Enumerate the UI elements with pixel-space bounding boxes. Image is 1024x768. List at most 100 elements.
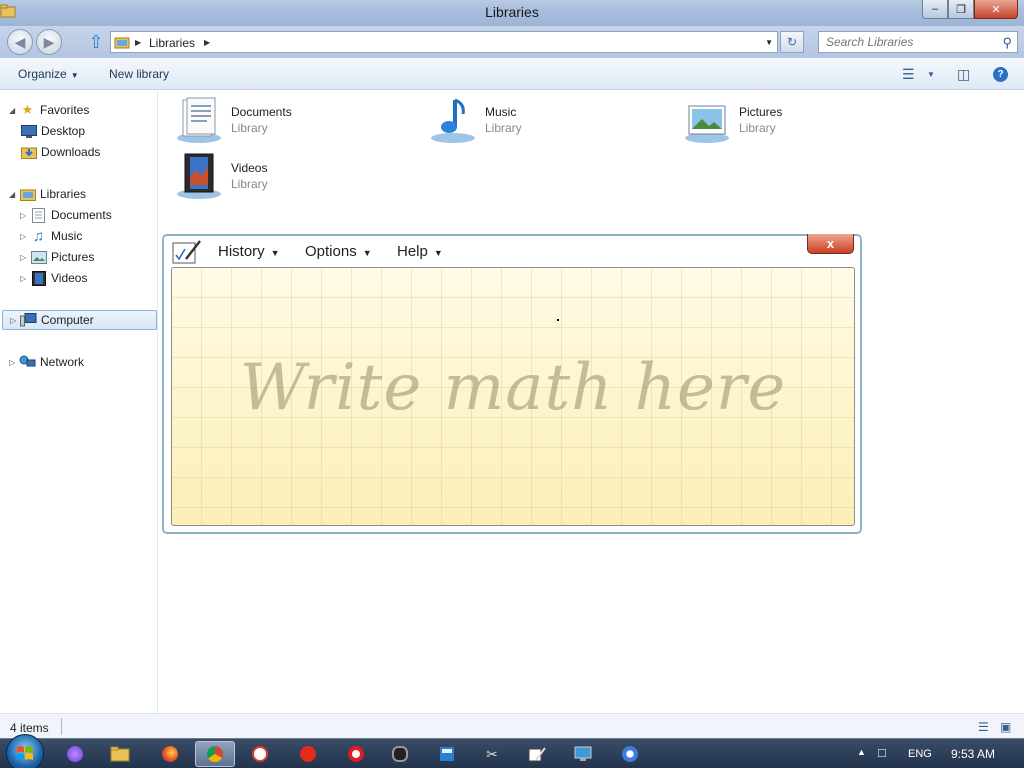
- collapsed-triangle-icon[interactable]: ▷: [20, 274, 30, 283]
- library-music[interactable]: Music Library: [429, 96, 629, 146]
- expanded-triangle-icon[interactable]: ◢: [9, 106, 19, 115]
- start-button[interactable]: [6, 734, 44, 768]
- nav-desktop[interactable]: Desktop: [20, 121, 85, 141]
- taskbar-calculator-icon[interactable]: [427, 741, 467, 767]
- taskbar-snipping-icon[interactable]: ✂: [472, 741, 512, 767]
- windows-logo-icon: [17, 746, 33, 760]
- taskbar-alice-icon[interactable]: [55, 741, 95, 767]
- language-indicator[interactable]: ENG: [908, 748, 932, 760]
- help-menu[interactable]: Help ▼: [397, 243, 443, 260]
- nav-documents-label: Documents: [51, 208, 112, 222]
- new-library-button[interactable]: New library: [109, 67, 169, 81]
- restore-button[interactable]: ❐: [948, 0, 974, 19]
- address-row: ◀ ▶ ⇧ ▶ Libraries ▶ ▼ ↻ ⚲: [0, 26, 1024, 58]
- collapsed-triangle-icon[interactable]: ▷: [9, 358, 19, 367]
- address-bar[interactable]: ▶ Libraries ▶ ▼: [110, 31, 778, 53]
- chevron-down-icon[interactable]: ▼: [927, 70, 935, 79]
- taskbar-remote-desktop-icon[interactable]: [563, 741, 603, 767]
- scissors-icon: ✂: [486, 745, 498, 762]
- collapsed-triangle-icon[interactable]: ▷: [20, 253, 30, 262]
- downloads-icon: [20, 145, 37, 160]
- nav-music-label: Music: [51, 229, 83, 243]
- pictures-library-icon: [685, 105, 729, 143]
- preview-pane-icon[interactable]: ◫: [957, 66, 970, 83]
- search-icon[interactable]: ⚲: [1002, 35, 1012, 51]
- close-window-button[interactable]: ✕: [974, 0, 1018, 19]
- nav-documents[interactable]: ▷ Documents: [20, 205, 112, 225]
- nav-videos-label: Videos: [51, 271, 88, 285]
- nav-computer[interactable]: ▷ Computer: [2, 310, 157, 330]
- taskbar-firefox-icon[interactable]: [150, 741, 190, 767]
- history-menu[interactable]: History ▼: [218, 243, 280, 260]
- help-icon[interactable]: ?: [993, 67, 1008, 82]
- back-button[interactable]: ◀: [7, 29, 33, 55]
- nav-music[interactable]: ▷ ♫ Music: [20, 226, 82, 246]
- forward-button[interactable]: ▶: [36, 29, 62, 55]
- breadcrumb-arrow-icon[interactable]: ▶: [135, 38, 141, 47]
- details-view-icon[interactable]: ☰: [978, 720, 989, 734]
- documents-library-icon: [177, 97, 221, 143]
- collapsed-triangle-icon[interactable]: ▷: [10, 316, 20, 325]
- nav-libraries[interactable]: ◢ Libraries: [9, 184, 86, 204]
- nav-downloads[interactable]: Downloads: [20, 142, 100, 162]
- videos-icon: [30, 270, 47, 286]
- view-options-icon[interactable]: ☰: [902, 66, 915, 83]
- search-box[interactable]: ⚲: [818, 31, 1018, 53]
- refresh-button[interactable]: ↻: [780, 31, 804, 53]
- library-name: Pictures: [739, 105, 783, 119]
- back-arrow-icon: ◀: [14, 33, 26, 50]
- network-icon: [19, 355, 36, 370]
- taskbar-math-input-icon[interactable]: [517, 741, 557, 767]
- taskbar-explorer-icon[interactable]: [100, 741, 140, 767]
- library-documents[interactable]: Documents Library: [175, 96, 375, 146]
- taskbar-browser-icon[interactable]: [610, 741, 650, 767]
- nav-pictures-label: Pictures: [51, 250, 95, 264]
- nav-downloads-label: Downloads: [41, 145, 101, 159]
- address-dropdown-icon[interactable]: ▼: [765, 38, 773, 47]
- music-library-icon: [431, 98, 475, 143]
- show-hidden-icons-icon[interactable]: ▲: [857, 747, 866, 757]
- computer-icon: [20, 313, 37, 328]
- forward-arrow-icon: ▶: [43, 33, 55, 50]
- library-type: Library: [739, 121, 776, 135]
- large-icons-view-icon[interactable]: ▣: [1000, 720, 1011, 734]
- writing-hint: Write math here: [239, 351, 787, 425]
- nav-network[interactable]: ▷ Network: [9, 352, 84, 372]
- organize-button[interactable]: Organize ▼: [18, 67, 79, 81]
- taskbar-opera-icon[interactable]: [336, 741, 376, 767]
- library-videos[interactable]: Videos Library: [175, 152, 375, 202]
- nav-pictures[interactable]: ▷ Pictures: [20, 247, 94, 267]
- library-name: Documents: [231, 105, 292, 119]
- library-pictures[interactable]: Pictures Library: [683, 96, 883, 146]
- videos-library-icon: [177, 153, 221, 199]
- close-panel-button[interactable]: x: [807, 234, 854, 254]
- libraries-folder-icon: [19, 187, 36, 202]
- network-status-icon[interactable]: □: [878, 745, 886, 760]
- nav-videos[interactable]: ▷ Videos: [20, 268, 87, 288]
- taskbar-chrome-icon[interactable]: [195, 741, 235, 767]
- chevron-down-icon: ▼: [362, 248, 372, 258]
- help-menu-label: Help: [397, 243, 428, 260]
- taskbar-app-icon[interactable]: [380, 741, 420, 767]
- breadcrumb-arrow-icon[interactable]: ▶: [204, 38, 210, 47]
- nav-network-label: Network: [40, 355, 85, 369]
- history-menu-label: History: [218, 243, 265, 260]
- item-count: 4 items: [10, 721, 49, 735]
- math-writing-area[interactable]: Write math here: [171, 267, 855, 526]
- breadcrumb-libraries[interactable]: Libraries: [149, 36, 195, 50]
- collapsed-triangle-icon[interactable]: ▷: [20, 232, 30, 241]
- search-input[interactable]: [819, 32, 989, 52]
- nav-favorites[interactable]: ◢ ★ Favorites: [9, 100, 89, 120]
- music-note-icon: ♫: [32, 227, 45, 245]
- window-controls: – ❐ ✕: [922, 0, 1018, 19]
- taskbar-yandex-browser-icon[interactable]: [240, 741, 280, 767]
- options-menu[interactable]: Options ▼: [305, 243, 372, 260]
- expanded-triangle-icon[interactable]: ◢: [9, 190, 19, 199]
- library-name: Music: [485, 105, 517, 119]
- minimize-button[interactable]: –: [922, 0, 948, 19]
- collapsed-triangle-icon[interactable]: ▷: [20, 211, 30, 220]
- taskbar-yandex-icon[interactable]: [288, 741, 328, 767]
- clock[interactable]: 9:53 AM: [951, 747, 995, 761]
- chevron-down-icon: ▼: [433, 248, 443, 258]
- up-arrow-icon[interactable]: ⇧: [86, 32, 106, 52]
